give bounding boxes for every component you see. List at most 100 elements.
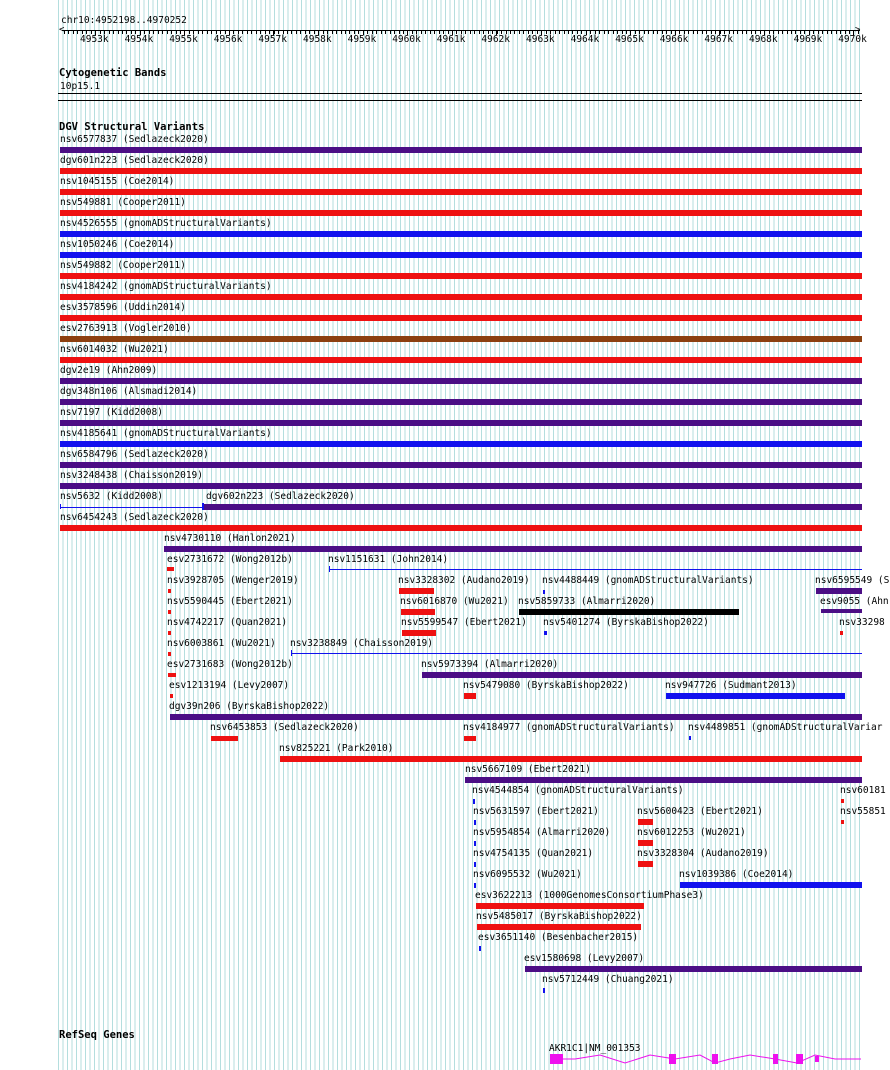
dgv-feature-label[interactable]: nsv5599547 (Ebert2021) (401, 617, 527, 628)
dgv-feature-label[interactable]: nsv4184242 (gnomADStructuralVariants) (60, 281, 272, 292)
dgv-feature-label[interactable]: nsv6014032 (Wu2021) (60, 344, 169, 355)
dgv-feature-bar[interactable] (401, 609, 435, 615)
dgv-feature-bar[interactable] (543, 988, 545, 993)
dgv-feature-bar[interactable] (474, 820, 476, 825)
dgv-feature-label[interactable]: esv3651140 (Besenbacher2015) (478, 932, 638, 943)
dgv-feature-label[interactable]: nsv4754135 (Quan2021) (473, 848, 593, 859)
dgv-feature-label[interactable]: nsv6003861 (Wu2021) (167, 638, 276, 649)
dgv-feature-label[interactable]: esv1213194 (Levy2007) (169, 680, 289, 691)
dgv-feature-label[interactable]: nsv4488449 (gnomADStructuralVariants) (542, 575, 754, 586)
dgv-feature-label[interactable]: esv3578596 (Uddin2014) (60, 302, 186, 313)
dgv-feature-bar[interactable] (544, 631, 547, 635)
dgv-feature-bar[interactable] (168, 673, 176, 677)
dgv-feature-bar[interactable] (666, 693, 845, 699)
dgv-feature-bar[interactable] (60, 357, 862, 363)
dgv-feature-bar[interactable] (479, 946, 481, 951)
dgv-feature-bar[interactable] (170, 694, 173, 698)
dgv-feature-label[interactable]: esv2763913 (Vogler2010) (60, 323, 192, 334)
dgv-feature-label[interactable]: nsv5859733 (Almarri2020) (518, 596, 655, 607)
dgv-feature-label[interactable]: nsv5600423 (Ebert2021) (637, 806, 763, 817)
dgv-feature-label[interactable]: nsv3328304 (Audano2019) (637, 848, 769, 859)
dgv-feature-bar[interactable] (167, 567, 174, 571)
dgv-feature-bar[interactable] (525, 966, 862, 972)
dgv-feature-label[interactable]: nsv5631597 (Ebert2021) (473, 806, 599, 817)
dgv-feature-label[interactable]: nsv549882 (Cooper2011) (60, 260, 186, 271)
dgv-feature-bar[interactable] (474, 883, 476, 888)
dgv-feature-bar[interactable] (329, 569, 862, 570)
dgv-feature-label[interactable]: nsv6016870 (Wu2021) (400, 596, 509, 607)
dgv-feature-label[interactable]: nsv6454243 (Sedlazeck2020) (60, 512, 209, 523)
dgv-feature-label[interactable]: nsv947726 (Sudmant2013) (665, 680, 797, 691)
dgv-feature-label[interactable]: nsv6095532 (Wu2021) (473, 869, 582, 880)
dgv-feature-bar[interactable] (280, 756, 862, 762)
dgv-feature-bar[interactable] (60, 147, 862, 153)
dgv-feature-bar[interactable] (60, 294, 862, 300)
dgv-feature-bar[interactable] (60, 525, 862, 531)
dgv-feature-label[interactable]: nsv5590445 (Ebert2021) (167, 596, 293, 607)
dgv-feature-bar[interactable] (291, 653, 862, 654)
dgv-feature-bar[interactable] (841, 799, 844, 803)
dgv-feature-label[interactable]: nsv5954854 (Almarri2020) (473, 827, 610, 838)
dgv-feature-label[interactable]: esv2731672 (Wong2012b) (167, 554, 293, 565)
dgv-feature-bar[interactable] (680, 882, 862, 888)
dgv-feature-bar[interactable] (164, 546, 862, 552)
dgv-feature-label[interactable]: nsv3248438 (Chaisson2019) (60, 470, 203, 481)
dgv-feature-label[interactable]: nsv5667109 (Ebert2021) (465, 764, 591, 775)
dgv-feature-bar[interactable] (840, 631, 843, 635)
dgv-feature-label[interactable]: dgv601n223 (Sedlazeck2020) (60, 155, 209, 166)
dgv-feature-label[interactable]: nsv5632 (Kidd2008) (60, 491, 163, 502)
dgv-feature-label[interactable]: nsv4742217 (Quan2021) (167, 617, 287, 628)
dgv-feature-bar[interactable] (168, 589, 171, 593)
dgv-feature-bar[interactable] (168, 652, 171, 656)
refseq-track-title[interactable]: RefSeq Genes (59, 1029, 135, 1041)
dgv-feature-bar[interactable] (841, 820, 844, 824)
dgv-feature-label[interactable]: nsv1045155 (Coe2014) (60, 176, 174, 187)
dgv-feature-label[interactable]: nsv1039386 (Coe2014) (679, 869, 793, 880)
dgv-feature-bar[interactable] (60, 189, 862, 195)
dgv-feature-label[interactable]: nsv5479080 (ByrskaBishop2022) (463, 680, 629, 691)
dgv-feature-bar[interactable] (60, 378, 862, 384)
cytoband-track-title[interactable]: Cytogenetic Bands (59, 67, 166, 79)
dgv-feature-label[interactable]: dgv348n106 (Alsmadi2014) (60, 386, 197, 397)
dgv-feature-label[interactable]: nsv5712449 (Chuang2021) (542, 974, 674, 985)
dgv-feature-bar[interactable] (464, 736, 476, 741)
dgv-feature-bar[interactable] (689, 736, 691, 740)
dgv-feature-label[interactable]: nsv4526555 (gnomADStructuralVariants) (60, 218, 272, 229)
dgv-feature-bar[interactable] (60, 273, 862, 279)
dgv-feature-bar[interactable] (422, 672, 862, 678)
dgv-feature-bar[interactable] (519, 609, 739, 615)
dgv-feature-bar[interactable] (464, 693, 476, 699)
dgv-feature-bar[interactable] (60, 507, 206, 508)
dgv-feature-bar[interactable] (168, 610, 171, 614)
dgv-feature-bar[interactable] (168, 631, 171, 635)
dgv-feature-bar[interactable] (60, 399, 862, 405)
dgv-feature-label[interactable]: nsv55851 (840, 806, 886, 817)
dgv-feature-bar[interactable] (821, 609, 862, 613)
dgv-feature-label[interactable]: nsv5485017 (ByrskaBishop2022) (476, 911, 642, 922)
dgv-feature-label[interactable]: nsv6577837 (Sedlazeck2020) (60, 134, 209, 145)
dgv-feature-label[interactable]: nsv4489851 (gnomADStructuralVariar (688, 722, 882, 733)
dgv-feature-label[interactable]: nsv825221 (Park2010) (279, 743, 393, 754)
dgv-feature-label[interactable]: nsv7197 (Kidd2008) (60, 407, 163, 418)
dgv-feature-bar[interactable] (60, 252, 862, 258)
dgv-feature-bar[interactable] (211, 736, 238, 741)
dgv-track-title[interactable]: DGV Structural Variants (59, 121, 204, 133)
dgv-feature-label[interactable]: nsv4184977 (gnomADStructuralVariants) (463, 722, 675, 733)
dgv-feature-bar[interactable] (477, 924, 641, 930)
dgv-feature-bar[interactable] (543, 590, 545, 594)
dgv-feature-bar[interactable] (60, 420, 862, 426)
dgv-feature-label[interactable]: nsv4730110 (Hanlon2021) (164, 533, 296, 544)
dgv-feature-label[interactable]: dgv602n223 (Sedlazeck2020) (206, 491, 355, 502)
dgv-feature-bar[interactable] (60, 441, 862, 447)
refseq-gene-model[interactable] (545, 1052, 865, 1066)
dgv-feature-bar[interactable] (60, 462, 862, 468)
dgv-feature-label[interactable]: nsv6453853 (Sedlazeck2020) (210, 722, 359, 733)
dgv-feature-bar[interactable] (60, 315, 862, 321)
dgv-feature-label[interactable]: nsv5973394 (Almarri2020) (421, 659, 558, 670)
dgv-feature-label[interactable]: nsv3328302 (Audano2019) (398, 575, 530, 586)
dgv-feature-label[interactable]: nsv33298 (839, 617, 885, 628)
dgv-feature-label[interactable]: nsv4544854 (gnomADStructuralVariants) (472, 785, 684, 796)
dgv-feature-bar[interactable] (474, 862, 476, 867)
dgv-feature-bar[interactable] (465, 777, 862, 783)
dgv-feature-label[interactable]: nsv5401274 (ByrskaBishop2022) (543, 617, 709, 628)
